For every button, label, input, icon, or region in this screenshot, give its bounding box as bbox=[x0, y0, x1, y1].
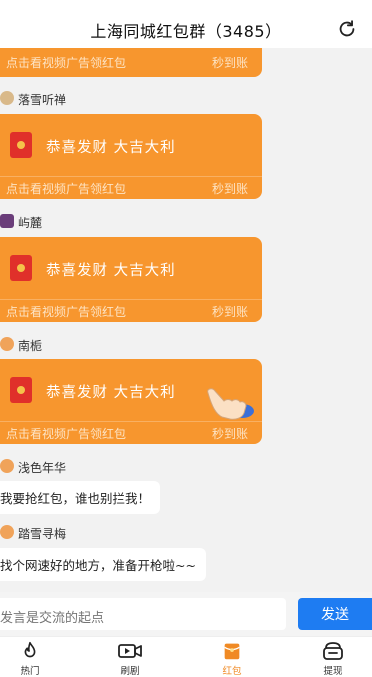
red-packet-card[interactable]: 点击看视频广告领红包 秒到账 bbox=[0, 48, 262, 77]
sender-name: 屿麓 bbox=[18, 216, 43, 230]
tab-label: 红包 bbox=[222, 666, 242, 677]
watch-ad-hint: 点击看视频广告领红包 bbox=[6, 56, 127, 70]
tab-label: 热门 bbox=[20, 666, 40, 677]
avatar[interactable] bbox=[0, 91, 14, 105]
tab-drama[interactable]: 刷剧 bbox=[100, 640, 160, 677]
tab-red-packet[interactable]: 红包 bbox=[202, 640, 262, 677]
sender-name: 南栀 bbox=[18, 339, 43, 353]
watch-ad-hint: 点击看视频广告领红包 bbox=[6, 182, 127, 196]
packet-greeting: 恭喜发财 大吉大利 bbox=[46, 385, 176, 401]
refresh-icon[interactable] bbox=[336, 18, 358, 40]
watch-ad-hint: 点击看视频广告领红包 bbox=[6, 427, 127, 441]
text-message: 找个网速好的地方，准备开枪啦~~ bbox=[0, 548, 206, 581]
input-bar: 发送 bbox=[0, 592, 372, 636]
avatar[interactable] bbox=[0, 459, 14, 473]
instant-credit-label: 秒到账 bbox=[211, 427, 248, 441]
message-input[interactable] bbox=[0, 598, 286, 630]
tap-hand-icon bbox=[207, 388, 254, 420]
video-icon bbox=[118, 644, 142, 658]
sender-name: 踏雪寻梅 bbox=[18, 527, 67, 541]
instant-credit-label: 秒到账 bbox=[211, 182, 248, 196]
instant-credit-label: 秒到账 bbox=[211, 56, 248, 70]
chat-area[interactable]: 点击看视频广告领红包 秒到账 落雪听禅 恭喜发财 大吉大利 点击看视频广告领红包… bbox=[0, 48, 372, 592]
watch-ad-hint: 点击看视频广告领红包 bbox=[6, 305, 127, 319]
wallet-icon bbox=[323, 642, 343, 660]
fire-icon bbox=[24, 641, 36, 658]
avatar[interactable] bbox=[0, 525, 14, 539]
red-envelope-icon bbox=[10, 132, 32, 158]
group-title: 上海同城红包群（3485） bbox=[90, 22, 282, 41]
avatar[interactable] bbox=[0, 337, 14, 351]
packet-greeting: 恭喜发财 大吉大利 bbox=[46, 263, 176, 279]
red-packet-card[interactable]: 恭喜发财 大吉大利 点击看视频广告领红包 秒到账 bbox=[0, 237, 262, 322]
text-message: 我要抢红包，谁也别拦我！ bbox=[0, 481, 161, 514]
red-packet-icon bbox=[224, 643, 240, 660]
avatar[interactable] bbox=[0, 214, 14, 228]
red-envelope-icon bbox=[10, 377, 32, 403]
instant-credit-label: 秒到账 bbox=[211, 305, 248, 319]
sender-name: 浅色年华 bbox=[18, 461, 67, 475]
red-envelope-icon bbox=[10, 255, 32, 281]
tab-label: 提现 bbox=[323, 666, 343, 677]
send-button[interactable]: 发送 bbox=[298, 598, 372, 630]
tab-withdraw[interactable]: 提现 bbox=[303, 640, 363, 677]
tab-label: 刷剧 bbox=[120, 666, 140, 677]
bottom-tab-bar: 热门 刷剧 红包 提现 bbox=[0, 636, 372, 677]
sender-name: 落雪听禅 bbox=[18, 93, 67, 107]
packet-greeting: 恭喜发财 大吉大利 bbox=[46, 140, 176, 156]
tab-hot[interactable]: 热门 bbox=[0, 640, 60, 677]
red-packet-card[interactable]: 恭喜发财 大吉大利 点击看视频广告领红包 秒到账 bbox=[0, 114, 262, 199]
